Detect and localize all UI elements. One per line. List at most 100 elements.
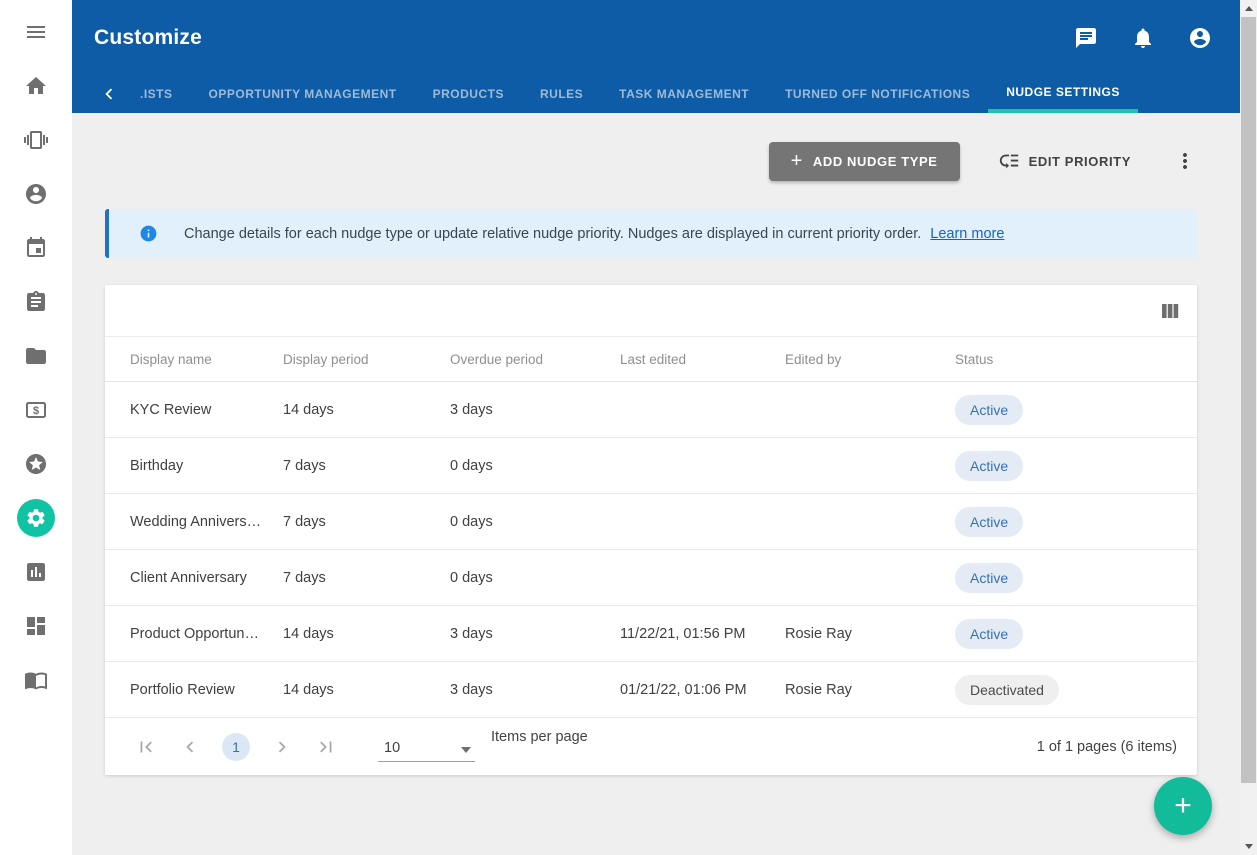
edited-by-cell: Rosie Ray bbox=[785, 682, 955, 698]
display-period-cell: 14 days bbox=[283, 682, 450, 698]
info-icon bbox=[139, 224, 158, 243]
table-row[interactable]: Birthday 7 days 0 days Active bbox=[105, 438, 1197, 494]
tab-bar: .ISTS OPPORTUNITY MANAGEMENT PRODUCTS RU… bbox=[72, 75, 1240, 113]
scrollbar-down-icon[interactable] bbox=[1240, 838, 1257, 855]
column-header-display-name: Display name bbox=[130, 352, 283, 367]
pagination-summary: 1 of 1 pages (6 items) bbox=[1037, 739, 1177, 755]
plus-icon: + bbox=[791, 151, 803, 171]
status-badge: Active bbox=[955, 451, 1023, 481]
last-edited-cell: 11/22/21, 01:56 PM bbox=[620, 626, 785, 642]
home-icon[interactable] bbox=[24, 74, 48, 98]
scrollbar-thumb[interactable] bbox=[1241, 17, 1256, 783]
tab-rules[interactable]: RULES bbox=[522, 75, 601, 113]
display-period-cell: 14 days bbox=[283, 626, 450, 642]
next-page-icon[interactable] bbox=[270, 735, 294, 759]
status-badge: Active bbox=[955, 395, 1023, 425]
person-icon[interactable] bbox=[24, 182, 48, 206]
learn-more-link[interactable]: Learn more bbox=[930, 226, 1004, 242]
overdue-period-cell: 0 days bbox=[450, 458, 620, 474]
table-row[interactable]: Portfolio Review 14 days 3 days 01/21/22… bbox=[105, 662, 1197, 718]
scrollbar-up-icon[interactable] bbox=[1240, 0, 1257, 17]
tab-task-management[interactable]: TASK MANAGEMENT bbox=[601, 75, 767, 113]
display-period-cell: 7 days bbox=[283, 570, 450, 586]
status-badge: Deactivated bbox=[955, 675, 1059, 705]
items-per-page-label: Items per page bbox=[491, 729, 588, 745]
more-options-icon[interactable] bbox=[1173, 149, 1197, 173]
svg-text:$: $ bbox=[33, 405, 39, 417]
account-icon[interactable] bbox=[1188, 26, 1212, 50]
overdue-period-cell: 0 days bbox=[450, 514, 620, 530]
tab-turned-off-notifications[interactable]: TURNED OFF NOTIFICATIONS bbox=[767, 75, 988, 113]
pagination-bar: 1 10 Items per page 1 of 1 pages (6 item… bbox=[105, 718, 1197, 775]
status-badge: Active bbox=[955, 563, 1023, 593]
vibration-icon[interactable] bbox=[24, 128, 48, 152]
bell-icon[interactable] bbox=[1131, 26, 1155, 50]
dashboard-icon[interactable] bbox=[24, 614, 48, 638]
settings-active-circle bbox=[17, 499, 55, 537]
tab-nudge-settings[interactable]: NUDGE SETTINGS bbox=[988, 75, 1138, 113]
display-name-cell: Portfolio Review bbox=[130, 682, 283, 698]
status-badge: Active bbox=[955, 619, 1023, 649]
tab-products[interactable]: PRODUCTS bbox=[415, 75, 522, 113]
window-scrollbar[interactable] bbox=[1240, 0, 1257, 855]
add-fab-button[interactable]: + bbox=[1154, 777, 1212, 835]
display-name-cell: KYC Review bbox=[130, 402, 283, 418]
display-period-cell: 14 days bbox=[283, 402, 450, 418]
column-header-status: Status bbox=[955, 352, 1197, 367]
add-nudge-type-label: ADD NUDGE TYPE bbox=[813, 154, 938, 169]
fab-plus-icon: + bbox=[1174, 789, 1192, 823]
table-row[interactable]: Product Opportun… 14 days 3 days 11/22/2… bbox=[105, 606, 1197, 662]
table-row[interactable]: Wedding Annivers… 7 days 0 days Active bbox=[105, 494, 1197, 550]
dropdown-caret-icon bbox=[461, 747, 471, 753]
display-name-cell: Wedding Annivers… bbox=[130, 514, 283, 530]
table-row[interactable]: Client Anniversary 7 days 0 days Active bbox=[105, 550, 1197, 606]
add-nudge-type-button[interactable]: + ADD NUDGE TYPE bbox=[769, 142, 960, 181]
previous-page-icon[interactable] bbox=[178, 735, 202, 759]
last-page-icon[interactable] bbox=[314, 735, 338, 759]
tabs-scroll-left-icon[interactable] bbox=[98, 75, 120, 113]
items-per-page-select[interactable]: 10 bbox=[378, 732, 475, 762]
chat-icon[interactable] bbox=[1074, 26, 1098, 50]
status-badge: Active bbox=[955, 507, 1023, 537]
info-banner: Change details for each nudge type or up… bbox=[105, 209, 1197, 258]
banner-text: Change details for each nudge type or up… bbox=[184, 226, 921, 242]
edited-by-cell: Rosie Ray bbox=[785, 626, 955, 642]
menu-icon[interactable] bbox=[24, 20, 48, 44]
column-chooser-icon[interactable] bbox=[1158, 299, 1182, 323]
display-name-cell: Product Opportun… bbox=[130, 626, 283, 642]
book-icon[interactable] bbox=[24, 668, 48, 692]
first-page-icon[interactable] bbox=[134, 735, 158, 759]
display-name-cell: Birthday bbox=[130, 458, 283, 474]
clipboard-icon[interactable] bbox=[24, 290, 48, 314]
table-header-row: Display name Display period Overdue peri… bbox=[105, 336, 1197, 382]
display-period-cell: 7 days bbox=[283, 458, 450, 474]
folder-icon[interactable] bbox=[24, 344, 48, 368]
overdue-period-cell: 3 days bbox=[450, 402, 620, 418]
sidebar: $ bbox=[0, 0, 72, 855]
tab-opportunity-management[interactable]: OPPORTUNITY MANAGEMENT bbox=[191, 75, 415, 113]
page-title: Customize bbox=[94, 26, 202, 50]
bar-chart-icon[interactable] bbox=[24, 560, 48, 584]
low-priority-icon bbox=[998, 150, 1020, 172]
tab-lists[interactable]: .ISTS bbox=[122, 75, 191, 113]
table-row[interactable]: KYC Review 14 days 3 days Active bbox=[105, 382, 1197, 438]
column-header-display-period: Display period bbox=[283, 352, 450, 367]
column-header-overdue-period: Overdue period bbox=[450, 352, 620, 367]
last-edited-cell: 01/21/22, 01:06 PM bbox=[620, 682, 785, 698]
overdue-period-cell: 3 days bbox=[450, 626, 620, 642]
overdue-period-cell: 3 days bbox=[450, 682, 620, 698]
page-number-button[interactable]: 1 bbox=[222, 733, 250, 761]
items-per-page-value: 10 bbox=[384, 740, 400, 756]
overdue-period-cell: 0 days bbox=[450, 570, 620, 586]
display-period-cell: 7 days bbox=[283, 514, 450, 530]
stars-icon[interactable] bbox=[24, 452, 48, 476]
column-header-edited-by: Edited by bbox=[785, 352, 955, 367]
app-header: Customize .ISTS OPPORTUNITY MANAGEMENT P… bbox=[72, 0, 1240, 113]
calendar-icon[interactable] bbox=[24, 236, 48, 260]
column-header-last-edited: Last edited bbox=[620, 352, 785, 367]
display-name-cell: Client Anniversary bbox=[130, 570, 283, 586]
settings-icon[interactable] bbox=[24, 506, 48, 530]
edit-priority-button[interactable]: EDIT PRIORITY bbox=[998, 150, 1131, 172]
nudge-table-card: Display name Display period Overdue peri… bbox=[105, 285, 1197, 775]
money-icon[interactable]: $ bbox=[24, 398, 48, 422]
